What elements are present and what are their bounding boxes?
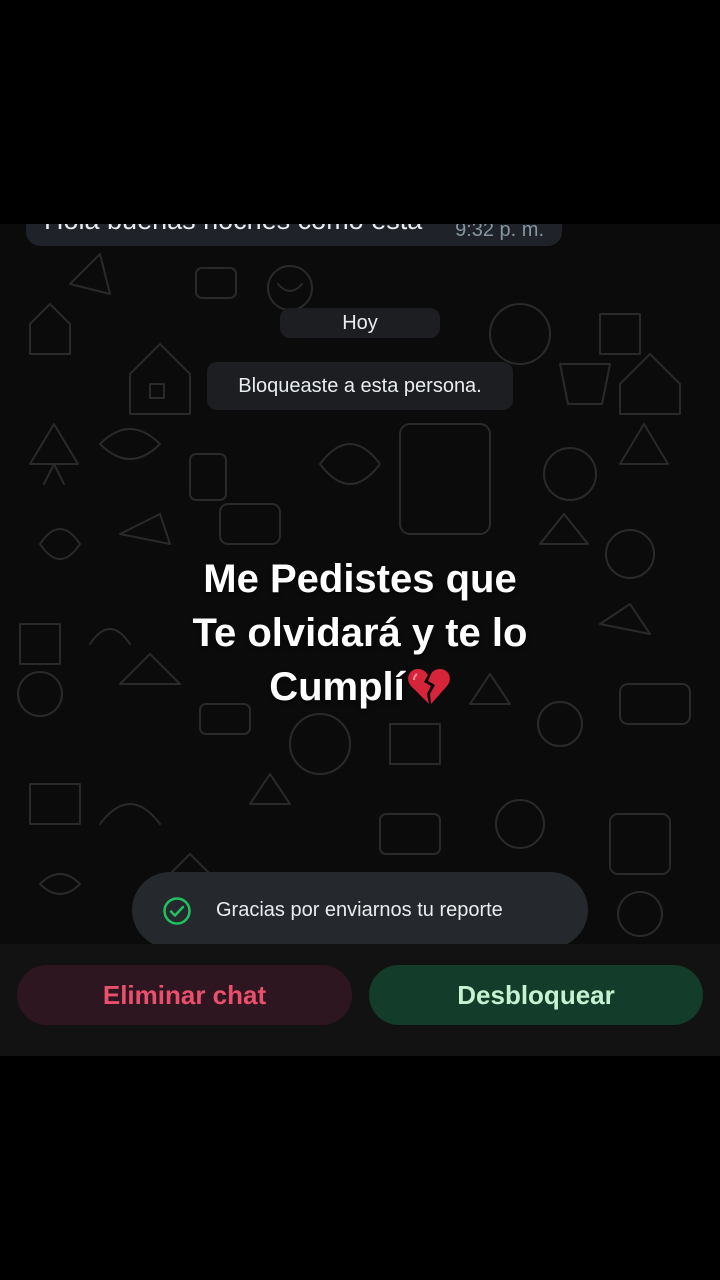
toast-message: Gracias por enviarnos tu reporte bbox=[216, 899, 503, 921]
blocked-notice: Bloqueaste a esta persona. bbox=[207, 362, 513, 410]
message-bubble[interactable]: Hola buenas noches cómo está 9:32 p. m. bbox=[26, 224, 562, 246]
delete-chat-button[interactable]: Eliminar chat bbox=[17, 965, 352, 1025]
chat-area[interactable]: Hola buenas noches cómo está 9:32 p. m. … bbox=[0, 224, 720, 944]
broken-heart-icon bbox=[407, 669, 450, 704]
message-time: 9:32 p. m. bbox=[455, 224, 544, 241]
overlay-line-3: Cumplí bbox=[269, 665, 405, 709]
overlay-line-3-wrap: Cumplí bbox=[0, 660, 720, 714]
overlay-caption: Me Pedistes que Te olvidará y te lo Cump… bbox=[0, 552, 720, 714]
report-toast: Gracias por enviarnos tu reporte bbox=[132, 872, 588, 944]
screen: Hola buenas noches cómo está 9:32 p. m. … bbox=[0, 0, 720, 1280]
unblock-button[interactable]: Desbloquear bbox=[369, 965, 703, 1025]
overlay-line-1: Me Pedistes que bbox=[203, 557, 517, 601]
check-circle-icon bbox=[163, 897, 191, 925]
blocked-actions-bar: Eliminar chat Desbloquear bbox=[0, 944, 720, 1056]
overlay-line-2: Te olvidará y te lo bbox=[192, 611, 528, 655]
message-text: Hola buenas noches cómo está bbox=[44, 224, 422, 236]
date-chip: Hoy bbox=[280, 308, 440, 338]
